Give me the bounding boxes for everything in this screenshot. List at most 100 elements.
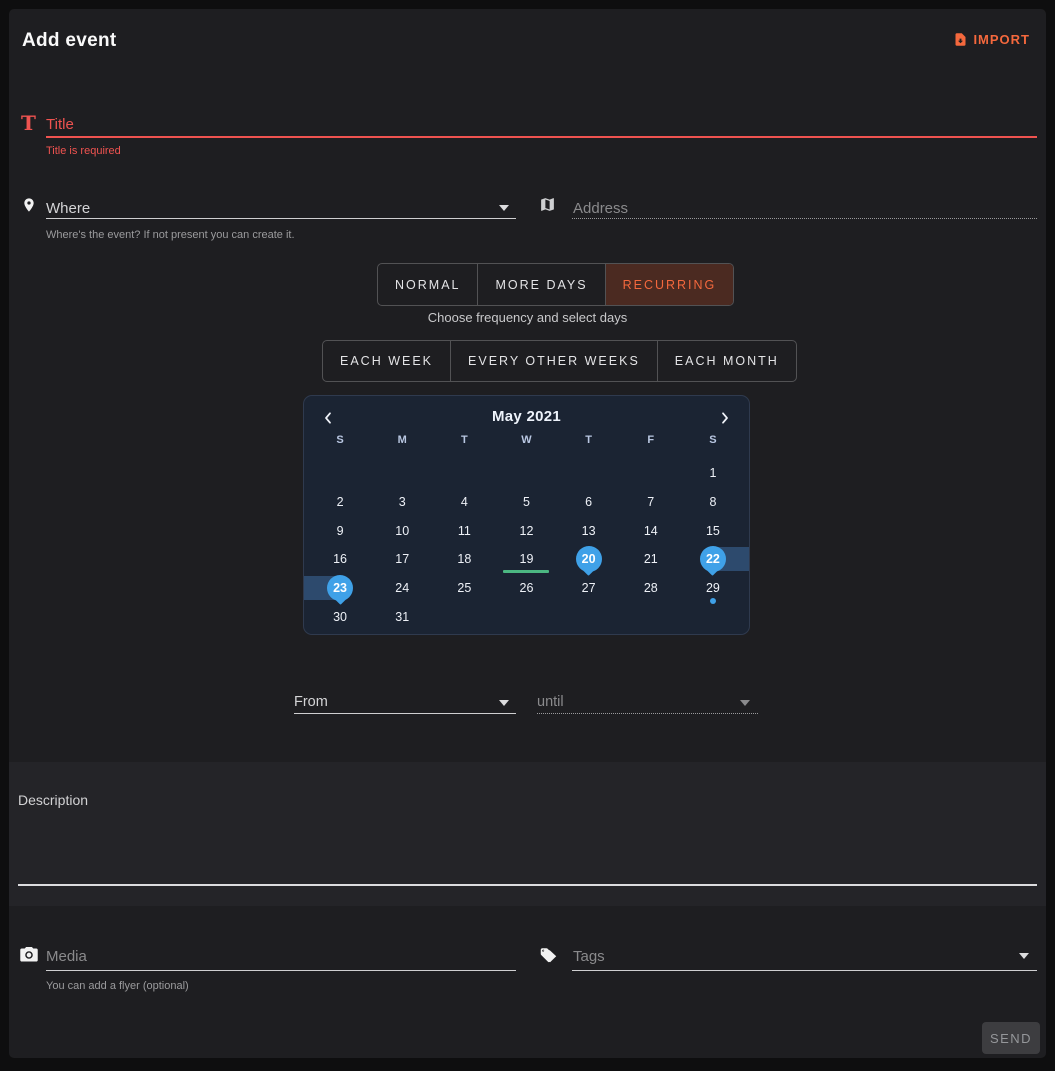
until-select[interactable]: until — [537, 694, 564, 710]
calendar-day[interactable]: 12 — [495, 516, 557, 545]
calendar-day[interactable]: 21 — [620, 545, 682, 574]
calendar-day[interactable]: 16 — [309, 545, 371, 574]
calendar-day[interactable]: 28 — [620, 574, 682, 603]
calendar-day-number: 4 — [461, 495, 468, 509]
tags-select[interactable]: Tags — [573, 948, 605, 965]
calendar-weekday: F — [620, 434, 682, 446]
tab-recurring[interactable]: RECURRING — [605, 264, 734, 305]
calendar-day[interactable]: 7 — [620, 488, 682, 517]
title-icon: T — [21, 113, 36, 133]
calendar-day[interactable]: 4 — [433, 488, 495, 517]
media-underline — [46, 970, 516, 971]
calendar-day[interactable]: 23 — [309, 574, 371, 603]
calendar-day-number: 24 — [395, 581, 409, 595]
calendar-day[interactable]: 9 — [309, 516, 371, 545]
calendar-day[interactable]: 20 — [558, 545, 620, 574]
frequency-each-month[interactable]: EACH MONTH — [657, 341, 796, 381]
calendar-weekday: T — [433, 434, 495, 446]
where-select[interactable]: Where — [46, 200, 90, 217]
calendar-day-number: 5 — [523, 495, 530, 509]
calendar-day-number: 15 — [706, 524, 720, 538]
send-button[interactable]: SEND — [982, 1022, 1040, 1054]
calendar-day-number: 18 — [457, 552, 471, 566]
calendar-day[interactable]: 26 — [495, 574, 557, 603]
calendar-day-number: 29 — [706, 581, 720, 595]
calendar-day[interactable]: 14 — [620, 516, 682, 545]
calendar-day[interactable]: 27 — [558, 574, 620, 603]
calendar-day-number: 31 — [395, 610, 409, 624]
calendar-day-number: 10 — [395, 524, 409, 538]
calendar-day[interactable]: 19 — [495, 545, 557, 574]
calendar-day[interactable]: 6 — [558, 488, 620, 517]
description-label: Description — [18, 792, 88, 808]
calendar-day-empty — [620, 459, 682, 488]
where-dropdown-caret[interactable] — [499, 205, 509, 211]
calendar-day[interactable]: 29 — [682, 574, 744, 603]
camera-icon — [20, 947, 38, 963]
calendar-day-number: 19 — [520, 552, 534, 566]
calendar-day[interactable]: 13 — [558, 516, 620, 545]
calendar-day[interactable]: 18 — [433, 545, 495, 574]
calendar-day-number: 21 — [644, 552, 658, 566]
calendar-day-number: 1 — [709, 466, 716, 480]
calendar-day-empty — [433, 459, 495, 488]
calendar-day[interactable]: 3 — [371, 488, 433, 517]
until-underline — [537, 713, 758, 714]
calendar-day[interactable]: 24 — [371, 574, 433, 603]
calendar-day-number: 8 — [709, 495, 716, 509]
address-input[interactable]: Address — [573, 200, 628, 217]
tags-dropdown-caret[interactable] — [1019, 953, 1029, 959]
add-event-dialog: Add event IMPORT T Title Title is requir… — [9, 9, 1046, 1058]
calendar-day[interactable]: 11 — [433, 516, 495, 545]
tab-more-days[interactable]: MORE DAYS — [477, 264, 604, 305]
calendar-weekday: W — [495, 434, 557, 446]
calendar-day-empty — [433, 602, 495, 631]
calendar-day[interactable]: 22 — [682, 545, 744, 574]
import-button[interactable]: IMPORT — [953, 31, 1030, 48]
until-dropdown-caret — [740, 700, 750, 706]
from-dropdown-caret[interactable] — [499, 700, 509, 706]
from-underline — [294, 713, 516, 714]
frequency-each-week[interactable]: EACH WEEK — [323, 341, 450, 381]
calendar-day[interactable]: 30 — [309, 602, 371, 631]
calendar-day[interactable]: 25 — [433, 574, 495, 603]
calendar-day-number: 27 — [582, 581, 596, 595]
calendar-next-month-icon[interactable] — [713, 406, 737, 430]
calendar-day-number: 2 — [337, 495, 344, 509]
calendar-day-empty — [620, 602, 682, 631]
where-underline — [46, 218, 516, 219]
calendar-day[interactable]: 31 — [371, 602, 433, 631]
calendar-day[interactable]: 2 — [309, 488, 371, 517]
calendar-day[interactable]: 1 — [682, 459, 744, 488]
tab-normal[interactable]: NORMAL — [378, 264, 477, 305]
calendar-day-number: 30 — [333, 610, 347, 624]
calendar-day-number: 3 — [399, 495, 406, 509]
address-underline — [572, 218, 1037, 219]
from-select[interactable]: From — [294, 694, 328, 710]
calendar-day-green-marker — [503, 570, 549, 573]
calendar-day-number: 11 — [458, 524, 471, 538]
calendar-day-selected[interactable]: 23 — [327, 575, 353, 601]
calendar-day[interactable]: 8 — [682, 488, 744, 517]
title-input[interactable]: Title — [46, 116, 74, 133]
calendar-day[interactable]: 10 — [371, 516, 433, 545]
frequency-caption: Choose frequency and select days — [9, 310, 1046, 325]
calendar-day[interactable]: 17 — [371, 545, 433, 574]
media-input[interactable]: Media — [46, 948, 87, 965]
calendar-weekday: T — [558, 434, 620, 446]
calendar-day[interactable]: 5 — [495, 488, 557, 517]
map-icon — [539, 196, 556, 213]
calendar-day-number: 26 — [520, 581, 534, 595]
frequency-every-other-weeks[interactable]: EVERY OTHER WEEKS — [450, 341, 657, 381]
calendar-weekday: S — [309, 434, 371, 446]
calendar-day-empty — [309, 459, 371, 488]
calendar-day-grid: 1234567891011121314151617181920212223242… — [309, 459, 744, 631]
calendar-day-selected[interactable]: 22 — [700, 546, 726, 572]
calendar-day-number: 28 — [644, 581, 658, 595]
calendar-day-selected[interactable]: 20 — [576, 546, 602, 572]
calendar-day[interactable]: 15 — [682, 516, 744, 545]
title-underline — [46, 136, 1037, 138]
calendar-day-number: 12 — [520, 524, 534, 538]
calendar-day-number: 9 — [337, 524, 344, 538]
tags-underline — [572, 970, 1037, 971]
